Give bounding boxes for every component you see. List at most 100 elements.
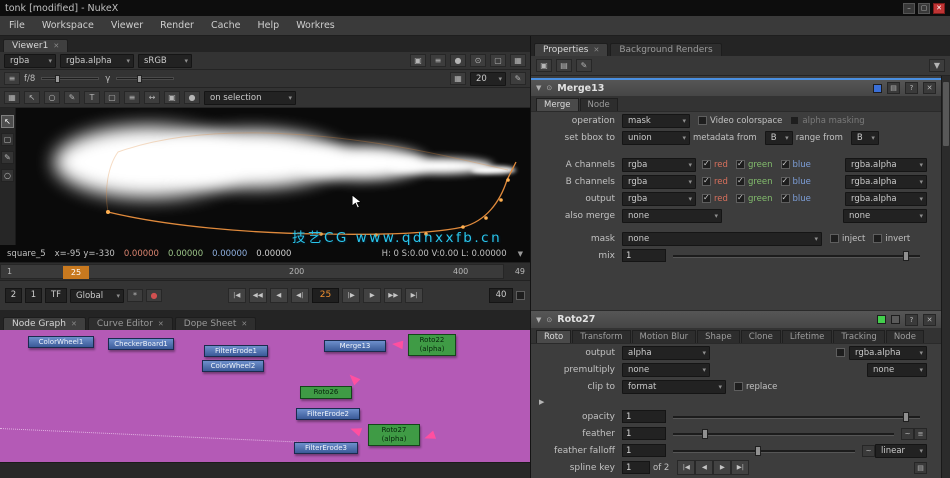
- layout-icon[interactable]: ▤: [556, 59, 572, 72]
- field-b[interactable]: 1: [25, 288, 42, 303]
- node-checkerboard1[interactable]: CheckerBoard1: [108, 338, 174, 350]
- node-graph-canvas[interactable]: ColorWheel1 CheckerBoard1 FilterErode1 C…: [0, 330, 530, 462]
- current-frame-field[interactable]: 25: [311, 288, 340, 303]
- node-merge13[interactable]: Merge13: [324, 340, 386, 352]
- tab-clone[interactable]: Clone: [740, 330, 781, 343]
- ellipse-tool[interactable]: ○: [1, 169, 14, 182]
- b-alpha-dropdown[interactable]: rgba.alpha: [845, 174, 927, 189]
- tab-roto[interactable]: Roto: [536, 330, 572, 343]
- close-icon[interactable]: ✕: [158, 320, 164, 328]
- close-icon[interactable]: ✕: [71, 320, 77, 328]
- range-from-dropdown[interactable]: B: [850, 130, 879, 145]
- feather-falloff-slider[interactable]: [673, 444, 855, 457]
- node-filtererode1[interactable]: FilterErode1: [204, 345, 268, 357]
- cursor-icon[interactable]: ↖: [24, 91, 40, 104]
- target-icon[interactable]: ⊙: [546, 316, 552, 324]
- falloff-curve-icon[interactable]: ~: [862, 444, 875, 457]
- caret-down-icon[interactable]: ▼: [518, 250, 523, 258]
- menu-cache[interactable]: Cache: [211, 20, 241, 31]
- gain-slider-handle[interactable]: [54, 75, 60, 83]
- feather-falloff-value[interactable]: 1: [622, 444, 666, 457]
- alpha-masking-checkbox[interactable]: [790, 116, 800, 125]
- dot-icon[interactable]: ●: [184, 91, 200, 104]
- roto27-header[interactable]: ▼ ⊙ Roto27 ? ✕: [531, 310, 941, 328]
- prev-key-button[interactable]: ◀|: [290, 288, 309, 303]
- bbox-dropdown[interactable]: union: [622, 130, 690, 145]
- field-tf[interactable]: TF: [45, 288, 67, 303]
- marquee-icon[interactable]: ▢: [490, 54, 506, 67]
- node-colorwheel2[interactable]: ColorWheel2: [202, 360, 264, 372]
- close-button[interactable]: ✕: [933, 2, 945, 14]
- marquee-icon[interactable]: ▢: [104, 91, 120, 104]
- selection-mode-dropdown[interactable]: on selection: [204, 90, 296, 105]
- timeline[interactable]: 1 200 400 25 49: [0, 262, 530, 280]
- collapse-icon[interactable]: ▼: [536, 84, 541, 92]
- record-icon[interactable]: ●: [146, 289, 162, 302]
- pen-tool[interactable]: ✎: [1, 151, 14, 164]
- close-icon[interactable]: ✕: [923, 313, 936, 326]
- tab-lifetime[interactable]: Lifetime: [781, 330, 833, 343]
- help-icon[interactable]: ?: [905, 313, 918, 326]
- a-channels-dropdown[interactable]: rgba: [622, 157, 696, 172]
- disclosure-icon[interactable]: ▶: [539, 398, 544, 406]
- tab-merge[interactable]: Merge: [536, 98, 579, 111]
- a-alpha-dropdown[interactable]: rgba.alpha: [845, 157, 927, 172]
- opacity-slider[interactable]: [673, 410, 920, 423]
- caret-down-icon[interactable]: ▼: [929, 59, 945, 72]
- layer-dropdown[interactable]: rgba.alpha: [60, 53, 134, 68]
- close-icon[interactable]: ✕: [241, 320, 247, 328]
- target-icon[interactable]: ⊙: [546, 84, 552, 92]
- channels-dropdown[interactable]: rgba: [4, 53, 56, 68]
- colorspace-dropdown[interactable]: sRGB: [138, 53, 192, 68]
- next-key-button[interactable]: ▶: [713, 460, 732, 475]
- select-tool[interactable]: ↖: [1, 115, 14, 128]
- close-icon[interactable]: ✕: [53, 42, 59, 50]
- b-channels-dropdown[interactable]: rgba: [622, 174, 696, 189]
- target-icon[interactable]: ⊙: [470, 54, 486, 67]
- viewer-image[interactable]: [16, 108, 530, 245]
- swap-icon[interactable]: ↔: [144, 91, 160, 104]
- roto-spline[interactable]: [16, 108, 530, 245]
- a-red-checkbox[interactable]: [702, 159, 711, 169]
- b-blue-checkbox[interactable]: [780, 176, 790, 186]
- dot-icon[interactable]: ●: [450, 54, 466, 67]
- menu-icon[interactable]: ≡: [4, 72, 20, 85]
- node-roto26[interactable]: Roto26: [300, 386, 352, 399]
- step-back-button[interactable]: ◀: [269, 288, 288, 303]
- playhead[interactable]: 25: [63, 266, 89, 279]
- tab-curve-editor[interactable]: Curve Editor ✕: [87, 317, 173, 330]
- also-merge-b-dropdown[interactable]: none: [843, 208, 927, 223]
- loop-checkbox[interactable]: [516, 291, 526, 300]
- roto-output-checkbox[interactable]: [836, 348, 845, 357]
- mix-slider-handle[interactable]: [902, 251, 909, 261]
- falloff-type-dropdown[interactable]: linear: [875, 443, 927, 458]
- minimize-button[interactable]: –: [903, 2, 915, 14]
- b-green-checkbox[interactable]: [735, 176, 745, 186]
- play-button[interactable]: ▶: [363, 288, 382, 303]
- a-green-checkbox[interactable]: [735, 159, 745, 169]
- timeline-ruler[interactable]: 1 200 400 25: [0, 264, 504, 279]
- tab-motion-blur[interactable]: Motion Blur: [631, 330, 697, 343]
- shape-disclosure[interactable]: ▶: [531, 395, 950, 408]
- go-end-button[interactable]: ▶|: [405, 288, 424, 303]
- menu-icon[interactable]: ≡: [430, 54, 446, 67]
- falloff-slider-handle[interactable]: [754, 446, 761, 456]
- gear-icon[interactable]: *: [127, 289, 143, 302]
- maximize-button[interactable]: ▢: [918, 2, 930, 14]
- b-red-checkbox[interactable]: [702, 176, 711, 186]
- close-icon[interactable]: ✕: [593, 46, 599, 54]
- inject-checkbox[interactable]: [830, 234, 839, 243]
- rewind-button[interactable]: ◀◀: [248, 288, 267, 303]
- first-key-button[interactable]: |◀: [677, 460, 696, 475]
- opacity-value[interactable]: 1: [622, 410, 666, 423]
- pin-icon[interactable]: ▣: [536, 59, 552, 72]
- tab-node-graph[interactable]: Node Graph ✕: [3, 317, 86, 330]
- key-menu-icon[interactable]: ▤: [914, 461, 927, 474]
- text-icon[interactable]: T: [84, 91, 100, 104]
- prev-key-button[interactable]: ◀: [695, 460, 714, 475]
- pen-icon[interactable]: ✎: [510, 72, 526, 85]
- a-blue-checkbox[interactable]: [780, 159, 790, 169]
- proxy-icon[interactable]: ▣: [410, 54, 426, 67]
- menu-help[interactable]: Help: [258, 20, 280, 31]
- grid-icon[interactable]: ▦: [450, 72, 466, 85]
